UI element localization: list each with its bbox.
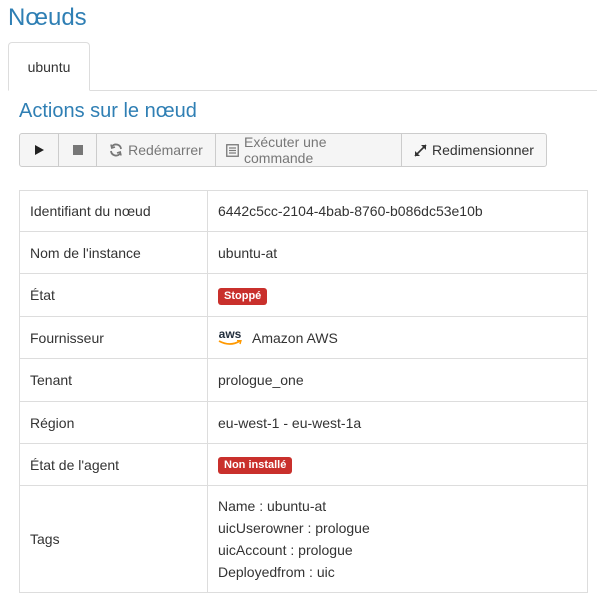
provider-key: Fournisseur xyxy=(19,316,208,359)
provider-cell: aws Amazon AWS xyxy=(207,316,588,359)
node-id-value: 6442c5cc-2104-4bab-8760-b086dc53e10b xyxy=(207,190,588,232)
tag-item: Deployedfrom : uic xyxy=(218,564,335,580)
region-value: eu-west-1 - eu-west-1a xyxy=(207,401,588,444)
provider-value: Amazon AWS xyxy=(252,329,338,346)
page-title: Nœuds xyxy=(8,4,87,31)
state-cell: Stoppé xyxy=(207,273,588,317)
tag-item: Name : ubuntu-at xyxy=(218,498,327,514)
node-details-table: Identifiant du nœud 6442c5cc-2104-4bab-8… xyxy=(19,190,588,593)
terminal-icon xyxy=(226,143,239,157)
tab-bar: ubuntu xyxy=(8,42,597,91)
restart-button[interactable]: Redémarrer xyxy=(96,133,216,167)
table-row: Tags Name : ubuntu-at uicUserowner : pro… xyxy=(19,485,588,593)
restart-label: Redémarrer xyxy=(128,142,203,158)
agent-state-key: État de l'agent xyxy=(19,443,208,486)
tenant-key: Tenant xyxy=(19,358,208,402)
instance-name-key: Nom de l'instance xyxy=(19,231,208,274)
aws-logo-icon: aws xyxy=(218,328,242,346)
tenant-value: prologue_one xyxy=(207,358,588,402)
instance-name-value: ubuntu-at xyxy=(207,231,588,274)
tags-key: Tags xyxy=(19,485,208,593)
execute-command-button[interactable]: Exécuter une commande xyxy=(215,133,402,167)
tags-cell: Name : ubuntu-at uicUserowner : prologue… xyxy=(207,485,588,593)
table-row: Fournisseur aws Amazon AWS xyxy=(19,316,588,359)
actions-title: Actions sur le nœud xyxy=(19,100,197,122)
table-row: Identifiant du nœud 6442c5cc-2104-4bab-8… xyxy=(19,190,588,232)
stop-button[interactable] xyxy=(58,133,97,167)
state-badge: Stoppé xyxy=(218,287,268,305)
resize-icon xyxy=(414,143,427,157)
state-key: État xyxy=(19,273,208,317)
tab-ubuntu[interactable]: ubuntu xyxy=(8,42,90,91)
refresh-icon xyxy=(109,143,123,157)
tag-item: uicUserowner : prologue xyxy=(218,520,370,536)
actions-toolbar: Redémarrer Exécuter une commande Redimen… xyxy=(19,133,547,167)
table-row: État Stoppé xyxy=(19,273,588,317)
resize-label: Redimensionner xyxy=(432,142,534,158)
play-icon xyxy=(33,144,45,156)
agent-state-cell: Non installé xyxy=(207,443,588,486)
table-row: État de l'agent Non installé xyxy=(19,443,588,486)
region-key: Région xyxy=(19,401,208,444)
table-row: Tenant prologue_one xyxy=(19,358,588,402)
table-row: Nom de l'instance ubuntu-at xyxy=(19,231,588,274)
execute-command-label: Exécuter une commande xyxy=(244,134,327,166)
tag-item: uicAccount : prologue xyxy=(218,542,353,558)
table-row: Région eu-west-1 - eu-west-1a xyxy=(19,401,588,444)
start-button[interactable] xyxy=(19,133,59,167)
node-id-key: Identifiant du nœud xyxy=(19,190,208,232)
agent-state-badge: Non installé xyxy=(218,457,293,474)
resize-button[interactable]: Redimensionner xyxy=(401,133,547,167)
stop-icon xyxy=(72,145,83,155)
